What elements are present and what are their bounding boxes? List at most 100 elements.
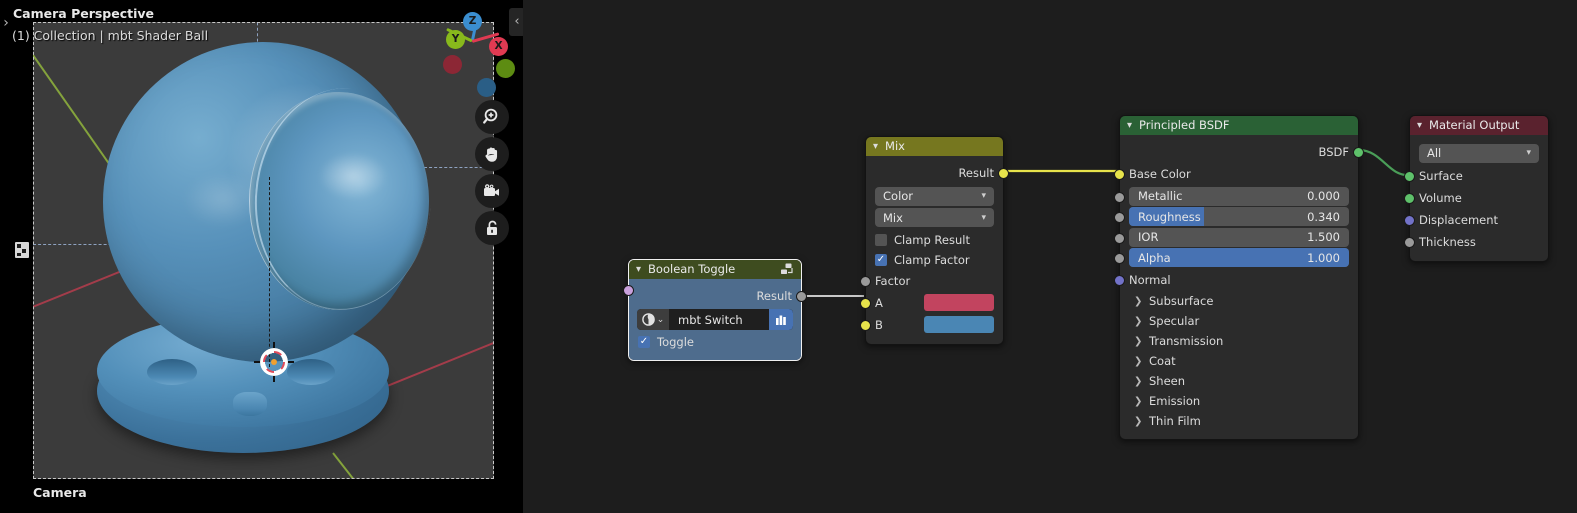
blend-mode-select[interactable]: Mix ▾ <box>875 208 994 227</box>
output-socket-result[interactable] <box>998 168 1009 179</box>
chevron-right-icon: ❯ <box>1134 395 1143 407</box>
node-principled-bsdf-body: BSDF Base Color Metallic 0.000 Roughness… <box>1114 135 1364 439</box>
base-color-label: Base Color <box>1129 167 1191 181</box>
clamp-factor-label: Clamp Factor <box>894 252 970 267</box>
shader-ball-secondary-highlight <box>183 172 263 227</box>
viewport-collection-object-label: (1) Collection | mbt Shader Ball <box>12 28 209 43</box>
output-socket-bsdf[interactable] <box>1353 147 1364 158</box>
blend-mode-value: Mix <box>883 210 903 225</box>
input-socket-ior[interactable] <box>1114 232 1125 244</box>
panel-sheen[interactable]: ❯ Sheen <box>1120 371 1358 391</box>
normal-row: Normal <box>1114 269 1358 291</box>
metallic-slider[interactable]: Metallic 0.000 <box>1129 186 1349 206</box>
node-boolean-toggle[interactable]: ▾ Boolean Toggle Result ⌄ mbt Switch ✓ T… <box>623 259 807 361</box>
toggle-property-row[interactable]: ✓ Toggle <box>623 285 801 352</box>
toggle-label: Toggle <box>657 335 694 349</box>
input-socket-normal[interactable] <box>1114 275 1125 286</box>
input-socket-thickness[interactable] <box>1404 237 1415 248</box>
node-mix-title: Mix <box>885 139 905 153</box>
camera-render-region[interactable] <box>33 22 494 479</box>
chevron-down-icon[interactable]: ▾ <box>1127 116 1132 135</box>
shader-ball-base-nub <box>233 392 267 416</box>
input-socket-base-color[interactable] <box>1114 169 1125 180</box>
camera-icon[interactable] <box>475 174 509 208</box>
input-socket-b[interactable] <box>860 319 871 331</box>
roughness-slider[interactable]: Roughness 0.340 <box>1129 207 1349 226</box>
panel-coat[interactable]: ❯ Coat <box>1120 351 1358 371</box>
hand-icon[interactable] <box>475 137 509 171</box>
node-principled-bsdf-header[interactable]: ▾ Principled BSDF <box>1120 116 1358 135</box>
node-mix-header[interactable]: ▾ Mix <box>866 137 1003 156</box>
node-mix-output-row: Result <box>866 162 1009 184</box>
viewport-header-title: Camera Perspective <box>13 6 155 21</box>
node-material-output-header[interactable]: ▾ Material Output <box>1410 116 1548 135</box>
chevron-down-icon[interactable]: ▾ <box>1417 116 1422 135</box>
viewport-expand-chevron-icon[interactable]: › <box>0 12 12 34</box>
sidebar-collapse-chevron-icon[interactable]: ‹ <box>509 8 523 36</box>
target-select[interactable]: All ▾ <box>1419 143 1539 163</box>
ior-slider[interactable]: IOR 1.500 <box>1129 227 1349 247</box>
fake-user-icon[interactable] <box>769 309 793 330</box>
input-socket-metallic[interactable] <box>1114 191 1125 203</box>
panel-subsurface[interactable]: ❯ Subsurface <box>1120 291 1358 311</box>
chevron-down-icon[interactable]: ▾ <box>636 260 641 279</box>
chevron-right-icon: ❯ <box>1134 355 1143 367</box>
chevron-down-icon[interactable]: ▾ <box>873 137 878 156</box>
shader-node-editor[interactable]: ▾ Boolean Toggle Result ⌄ mbt Switch ✓ T… <box>523 0 1577 513</box>
panel-transmission[interactable]: ❯ Transmission <box>1120 331 1358 351</box>
grid-axis-y-line-2 <box>332 452 433 479</box>
gizmo-axis-x-negative[interactable] <box>443 55 462 74</box>
normal-label: Normal <box>1129 273 1171 287</box>
input-b-color-swatch[interactable] <box>924 316 994 333</box>
chevron-down-icon[interactable]: ⌄ <box>657 315 665 325</box>
gizmo-axis-y-positive[interactable]: Y <box>446 30 465 49</box>
node-principled-bsdf-title: Principled BSDF <box>1139 118 1230 132</box>
input-b-row: B <box>860 314 1003 336</box>
gizmo-axis-y-negative[interactable] <box>496 59 515 78</box>
gizmo-axis-z-positive[interactable]: Z <box>463 12 482 31</box>
chevron-right-icon: ❯ <box>1134 315 1143 327</box>
clamp-result-checkbox[interactable] <box>875 233 887 246</box>
input-a-color-swatch[interactable] <box>924 294 994 311</box>
node-boolean-toggle-title: Boolean Toggle <box>648 262 736 276</box>
gizmo-axis-x-positive[interactable]: X <box>489 37 508 56</box>
roughness-label: Roughness <box>1138 209 1201 224</box>
clamp-result-row[interactable]: Clamp Result <box>866 230 1003 250</box>
datablock-selector[interactable]: ⌄ mbt Switch <box>637 309 793 330</box>
input-socket-a[interactable] <box>860 297 871 309</box>
alpha-row: Alpha 1.000 <box>1114 248 1358 267</box>
output-socket-label: Result <box>958 166 994 180</box>
panel-sheen-label: Sheen <box>1149 374 1186 388</box>
metallic-value: 0.000 <box>1307 189 1340 203</box>
data-type-select[interactable]: Color ▾ <box>875 186 994 206</box>
zoom-icon[interactable] <box>475 100 509 134</box>
input-socket-surface[interactable] <box>1404 171 1415 182</box>
input-socket-displacement[interactable] <box>1404 215 1415 226</box>
lock-open-icon[interactable] <box>475 211 509 245</box>
node-principled-bsdf[interactable]: ▾ Principled BSDF BSDF Base Color Metall… <box>1114 115 1364 440</box>
input-socket-volume[interactable] <box>1404 193 1415 204</box>
clamp-factor-checkbox[interactable]: ✓ <box>875 253 887 266</box>
input-socket-roughness[interactable] <box>1114 212 1125 223</box>
input-socket-alpha[interactable] <box>1114 253 1125 264</box>
panel-emission-label: Emission <box>1149 394 1201 408</box>
node-tree-icon[interactable]: ⌄ <box>637 309 669 330</box>
node-mix[interactable]: ▾ Mix Result Color ▾ Mix ▾ Clamp Result … <box>860 136 1009 345</box>
gizmo-axis-z-negative[interactable] <box>477 78 496 97</box>
node-material-output[interactable]: ▾ Material Output All ▾ Surface Volume D… <box>1404 115 1549 262</box>
alpha-slider[interactable]: Alpha 1.000 <box>1129 248 1349 267</box>
node-material-output-body: All ▾ Surface Volume Displacement Thickn… <box>1404 135 1548 261</box>
toggle-checkbox[interactable]: ✓ <box>638 336 650 348</box>
node-boolean-toggle-header[interactable]: ▾ Boolean Toggle <box>629 260 801 279</box>
input-socket-factor[interactable] <box>860 275 871 287</box>
clamp-factor-row[interactable]: ✓ Clamp Factor <box>866 250 1003 270</box>
shader-ball-base-hole-right <box>287 359 335 385</box>
panel-thin-film[interactable]: ❯ Thin Film <box>1120 411 1358 431</box>
gizmo-tool-icon[interactable] <box>14 240 32 260</box>
navigation-axis-gizmo[interactable]: Z Y X <box>435 4 515 97</box>
panel-specular[interactable]: ❯ Specular <box>1120 311 1358 331</box>
output-socket-result[interactable] <box>796 291 807 302</box>
panel-emission[interactable]: ❯ Emission <box>1120 391 1358 411</box>
3d-cursor[interactable] <box>254 342 294 382</box>
input-socket-toggle[interactable] <box>623 285 634 296</box>
